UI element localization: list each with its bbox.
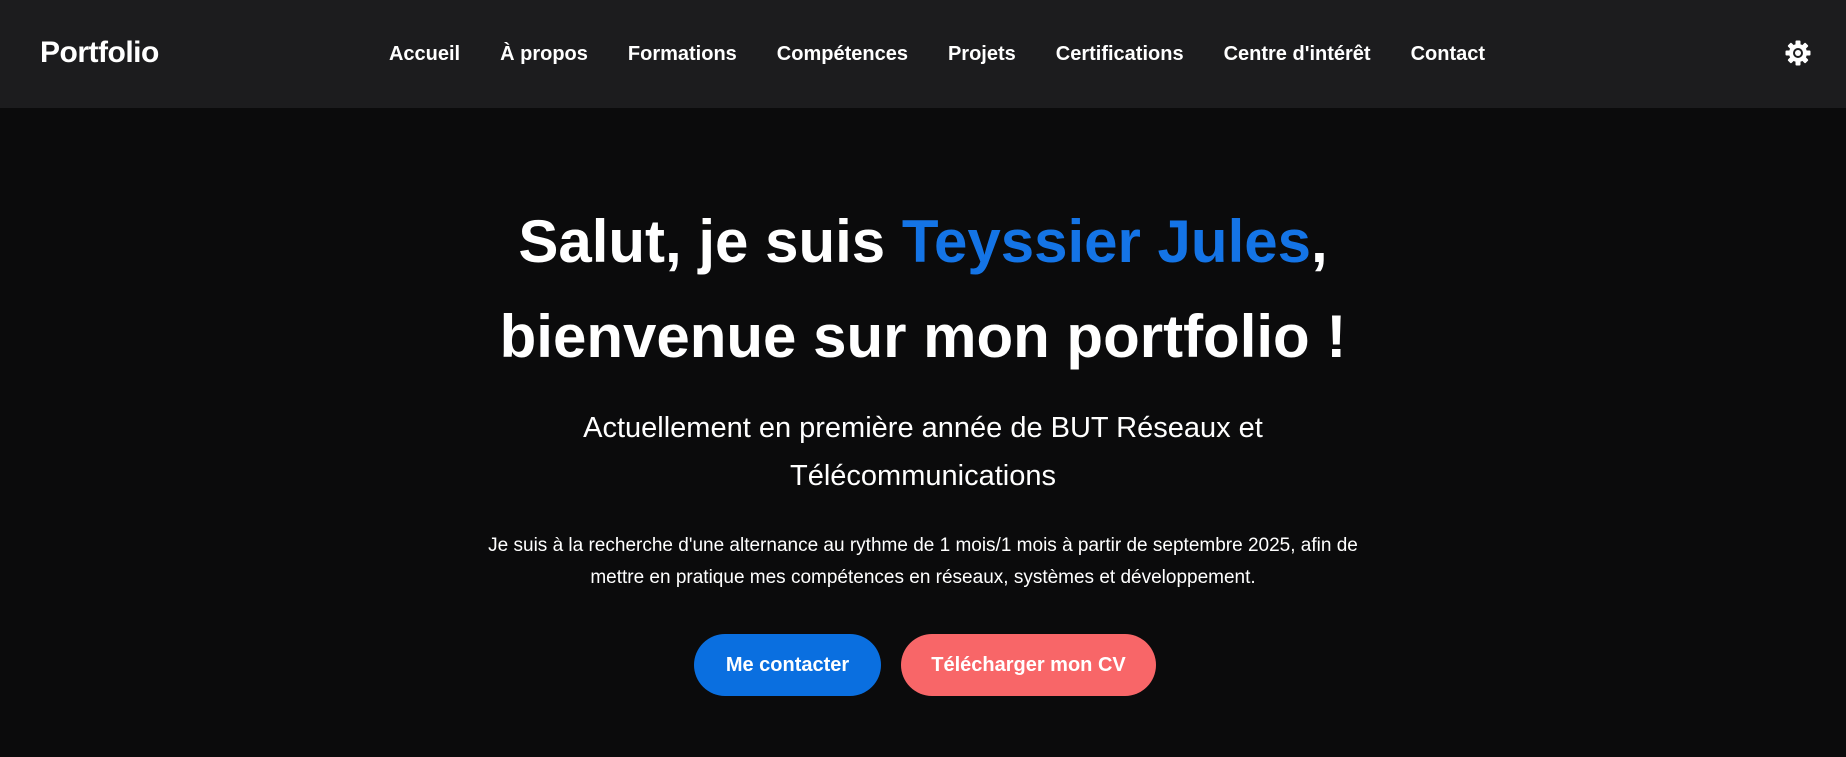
nav-link-formations[interactable]: Formations xyxy=(628,43,737,66)
hero-title: Salut, je suis Teyssier Jules, xyxy=(0,212,1846,272)
nav-links: Accueil À propos Formations Compétences … xyxy=(0,0,1846,108)
hero-subtitle-line1: Actuellement en première année de BUT Ré… xyxy=(583,412,1263,444)
hero-subtitle-line2: Télécommunications xyxy=(790,460,1056,492)
nav-link-contact[interactable]: Contact xyxy=(1411,43,1485,66)
nav-link-accueil[interactable]: Accueil xyxy=(389,43,460,66)
hero-welcome: bienvenue sur mon portfolio ! xyxy=(499,303,1347,370)
hero-description-line2: mettre en pratique mes compétences en ré… xyxy=(590,567,1256,588)
greeting-suffix: , xyxy=(1310,208,1328,275)
nav-link-projets[interactable]: Projets xyxy=(948,43,1016,66)
hero-name: Teyssier Jules xyxy=(901,208,1311,275)
contact-button[interactable]: Me contacter xyxy=(694,634,881,696)
nav-link-competences[interactable]: Compétences xyxy=(777,43,908,66)
greeting-prefix: Salut, je suis xyxy=(518,208,902,275)
brand-logo[interactable]: Portfolio xyxy=(40,36,159,70)
nav-link-centre-interet[interactable]: Centre d'intérêt xyxy=(1224,43,1371,66)
nav-link-certifications[interactable]: Certifications xyxy=(1056,43,1184,66)
navbar: Portfolio Accueil À propos Formations Co… xyxy=(0,0,1846,108)
gear-icon xyxy=(1785,40,1811,66)
nav-link-a-propos[interactable]: À propos xyxy=(500,43,588,66)
theme-toggle-button[interactable] xyxy=(1784,39,1812,67)
download-cv-button[interactable]: Télécharger mon CV xyxy=(901,634,1156,696)
hero-description-line1: Je suis à la recherche d'une alternance … xyxy=(488,535,1358,556)
hero-section: Salut, je suis Teyssier Jules, bienvenue… xyxy=(0,108,1846,757)
